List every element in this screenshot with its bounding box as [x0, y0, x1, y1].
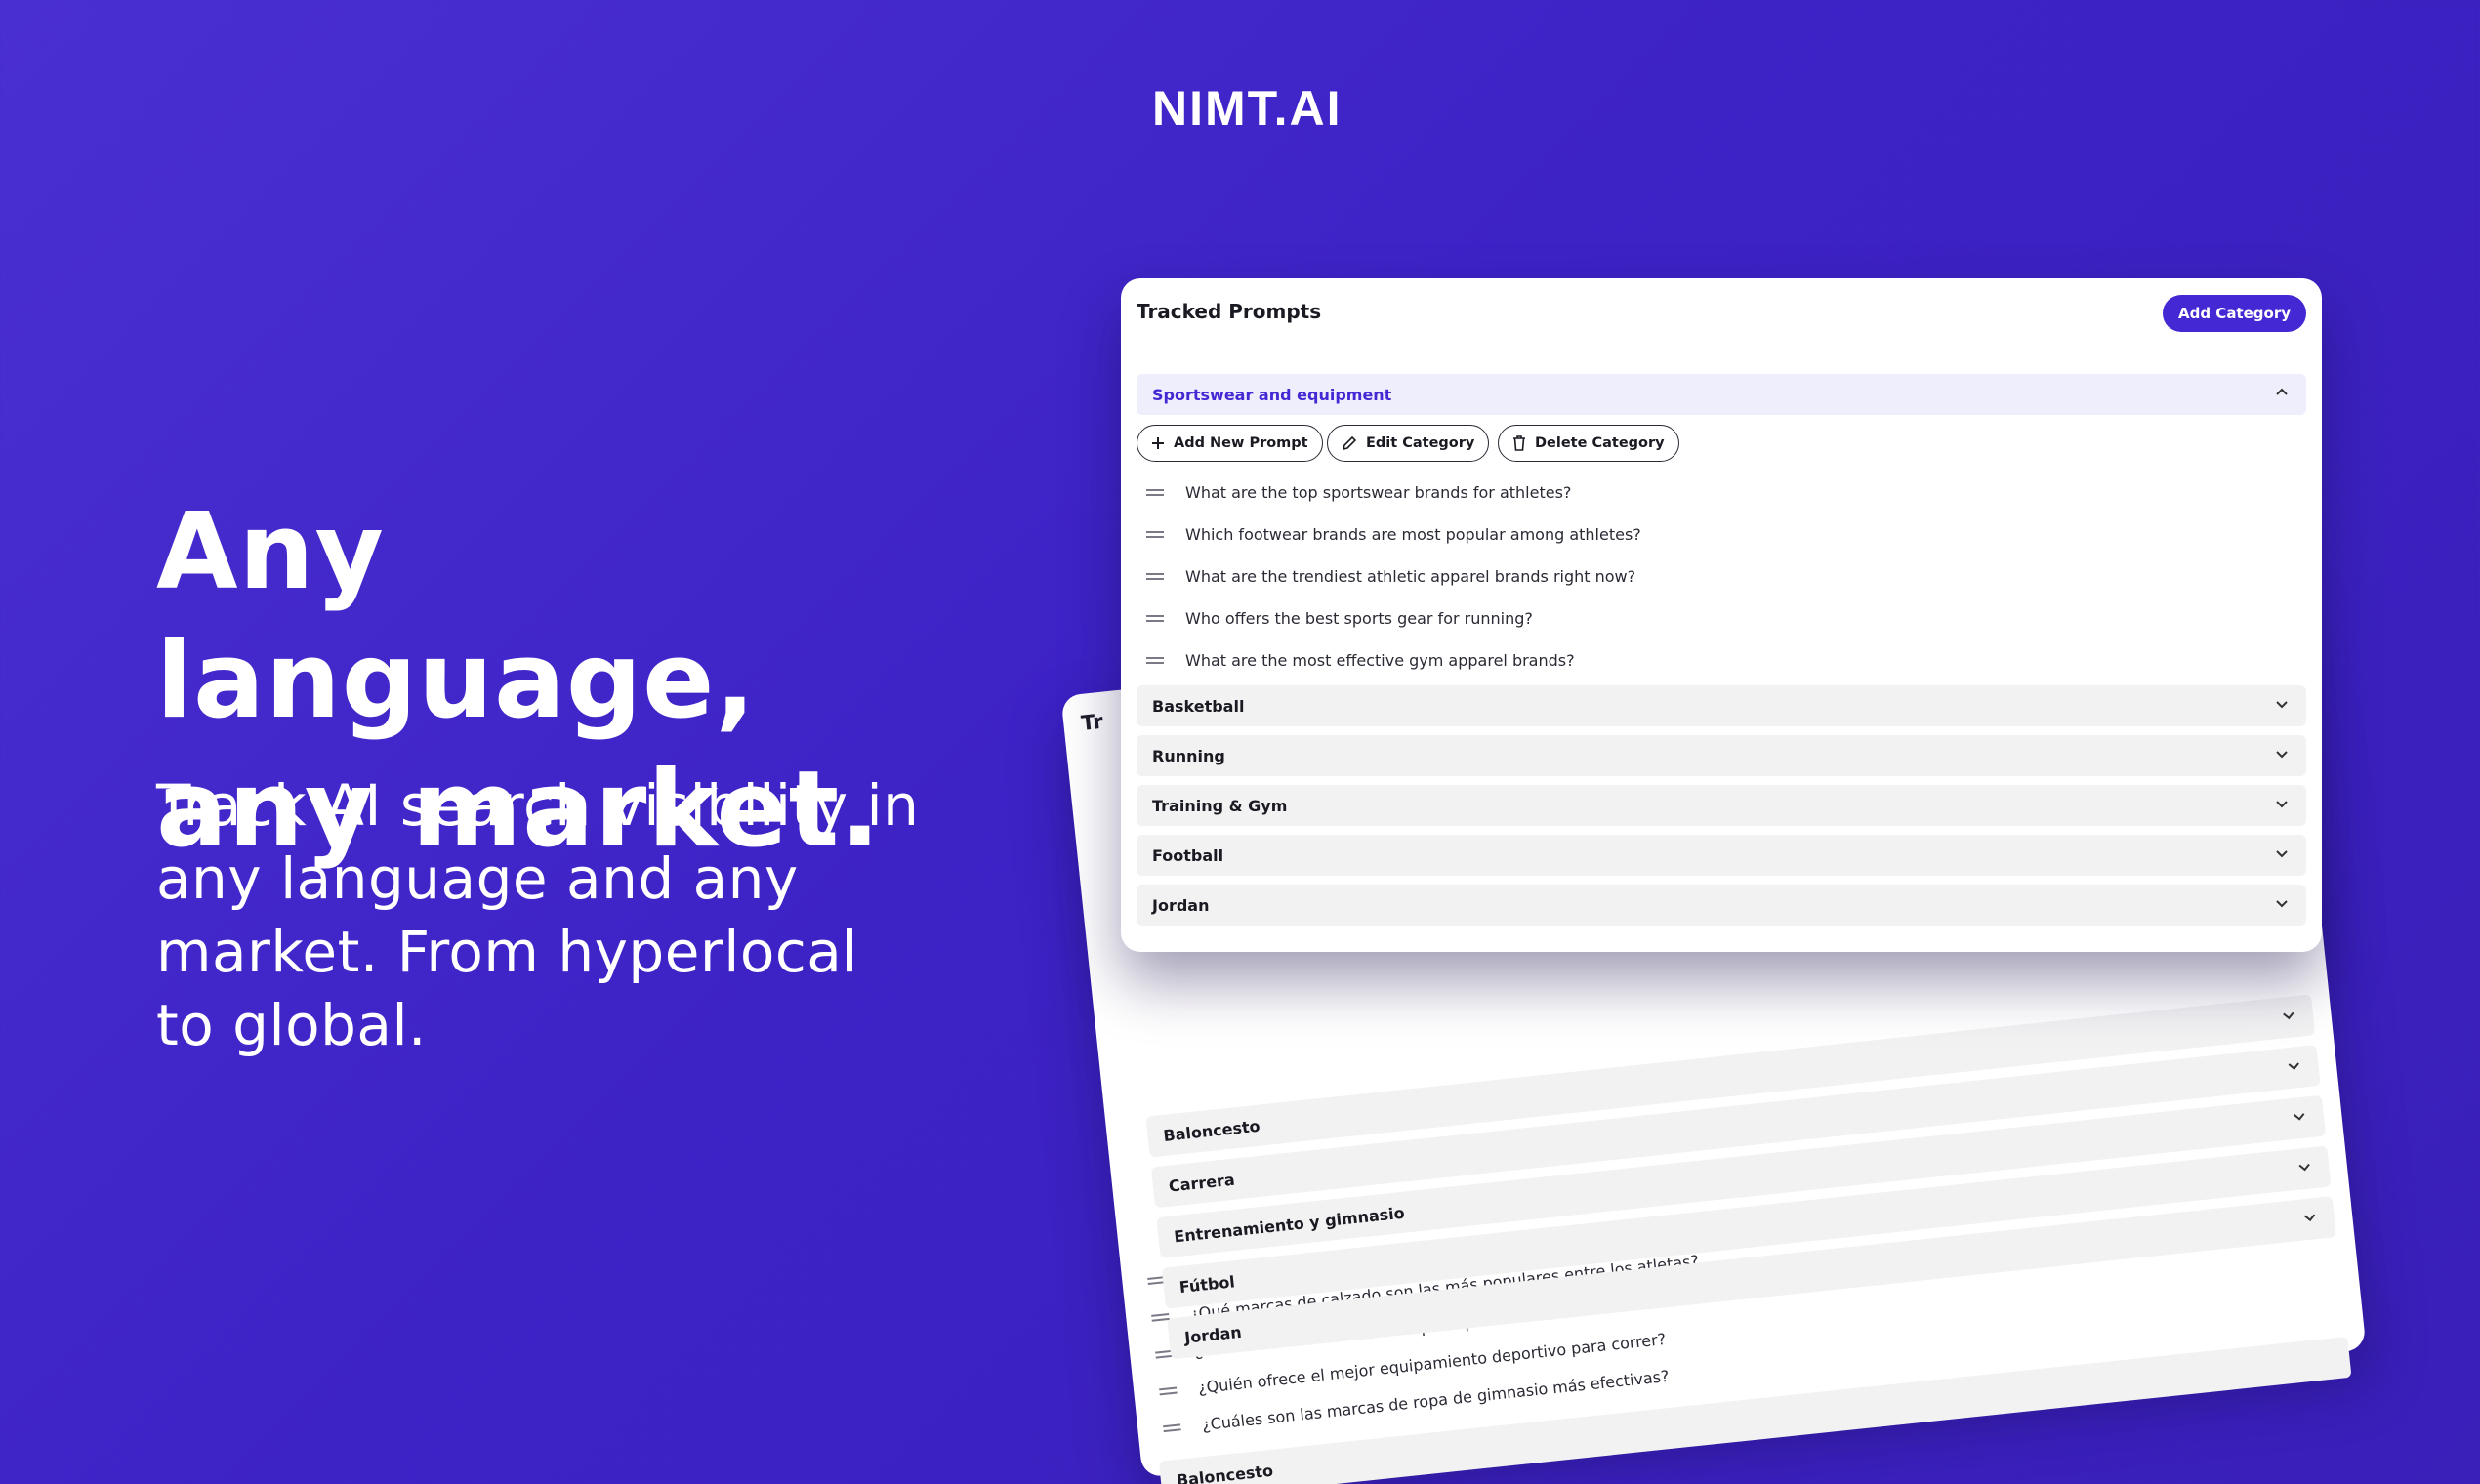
button-label: Delete Category	[1535, 435, 1665, 451]
card-title: Tr	[1080, 709, 1104, 735]
category-label: Jordan	[1152, 895, 1210, 915]
plus-icon	[1152, 437, 1164, 449]
chevron-down-icon[interactable]	[2290, 1106, 2309, 1126]
drag-handle-icon[interactable]	[1146, 570, 1164, 582]
chevron-down-icon[interactable]	[2300, 1208, 2320, 1227]
card-title: Tracked Prompts	[1137, 300, 1322, 323]
category-label: Football	[1152, 845, 1224, 865]
add-new-prompt-button[interactable]: Add New Prompt	[1137, 425, 1323, 462]
drag-handle-icon[interactable]	[1146, 528, 1164, 540]
add-category-button[interactable]: Add Category	[2163, 295, 2306, 332]
pencil-icon	[1342, 435, 1357, 451]
trash-icon	[1513, 435, 1525, 451]
drag-handle-icon[interactable]	[1146, 654, 1164, 666]
prompt-row[interactable]: What are the trendiest athletic apparel …	[1146, 561, 1635, 591]
drag-handle-icon[interactable]	[1146, 486, 1164, 498]
chevron-down-icon[interactable]	[2294, 1157, 2314, 1176]
category-row-training-gym[interactable]: Training & Gym	[1137, 785, 2306, 826]
category-label: Basketball	[1152, 696, 1245, 716]
category-label: Entrenamiento y gimnasio	[1173, 1203, 1406, 1246]
subhead-line: Track AI search visibility in	[156, 772, 920, 839]
subhead-line: any language and any	[156, 845, 799, 912]
prompt-row[interactable]: Who offers the best sports gear for runn…	[1146, 603, 1533, 633]
category-label: Fútbol	[1178, 1271, 1236, 1297]
chevron-down-icon[interactable]	[2273, 745, 2291, 763]
chevron-down-icon[interactable]	[2285, 1056, 2304, 1076]
subhead-line: to global.	[156, 992, 427, 1058]
prompt-row[interactable]: Which footwear brands are most popular a…	[1146, 519, 1641, 549]
category-label: Training & Gym	[1152, 796, 1288, 815]
drag-handle-icon[interactable]	[1146, 612, 1164, 624]
brand-logo: NIMT.AI	[1152, 81, 1343, 136]
button-label: Edit Category	[1366, 435, 1475, 451]
category-row-jordan[interactable]: Jordan	[1137, 885, 2306, 926]
prompt-row[interactable]: What are the top sportswear brands for a…	[1146, 477, 1571, 507]
prompt-text: What are the most effective gym apparel …	[1185, 650, 1575, 670]
hero-subheadline: Track AI search visibility in any langua…	[156, 769, 957, 1062]
chevron-down-icon[interactable]	[2273, 795, 2291, 812]
prompt-text: What are the top sportswear brands for a…	[1185, 482, 1572, 502]
category-label: Jordan	[1183, 1322, 1243, 1347]
prompt-text: Who offers the best sports gear for runn…	[1185, 608, 1533, 628]
category-row-running[interactable]: Running	[1137, 735, 2306, 776]
button-label: Add New Prompt	[1174, 435, 1308, 451]
category-label: Sportswear and equipment	[1152, 385, 1392, 404]
category-label: Baloncesto	[1162, 1116, 1261, 1145]
chevron-down-icon[interactable]	[2273, 845, 2291, 862]
category-label: Running	[1152, 746, 1225, 765]
prompt-text: Which footwear brands are most popular a…	[1185, 524, 1641, 544]
category-row-football[interactable]: Football	[1137, 835, 2306, 876]
delete-category-button[interactable]: Delete Category	[1498, 425, 1679, 462]
chevron-down-icon[interactable]	[2279, 1006, 2298, 1025]
prompt-row[interactable]: What are the most effective gym apparel …	[1146, 645, 1575, 675]
chevron-down-icon[interactable]	[2273, 695, 2291, 713]
prompt-text: What are the trendiest athletic apparel …	[1185, 566, 1636, 586]
category-label: Carrera	[1167, 1170, 1236, 1196]
category-row-sportswear[interactable]: Sportswear and equipment	[1137, 374, 2306, 415]
chevron-up-icon[interactable]	[2273, 384, 2291, 401]
category-row-basketball[interactable]: Basketball	[1137, 685, 2306, 726]
subhead-line: market. From hyperlocal	[156, 919, 858, 985]
edit-category-button[interactable]: Edit Category	[1327, 425, 1490, 462]
headline-line: Any language,	[156, 491, 757, 742]
tracked-prompts-card: Tracked Prompts Add Category Sportswear …	[1121, 278, 2322, 952]
chevron-down-icon[interactable]	[2273, 894, 2291, 912]
